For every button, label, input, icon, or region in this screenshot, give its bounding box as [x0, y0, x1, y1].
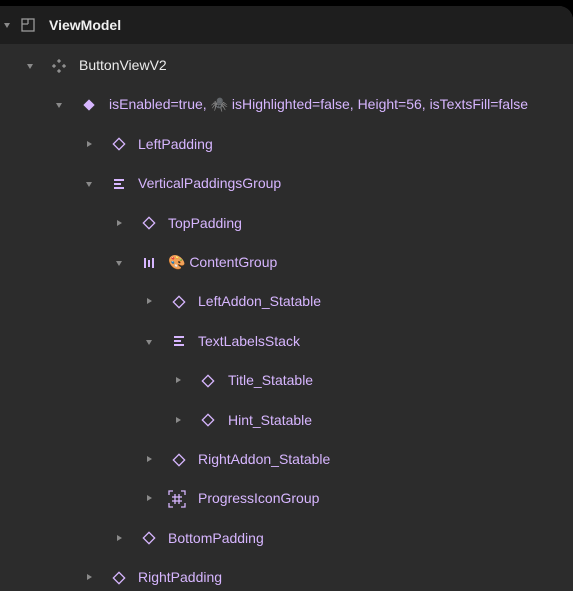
layer-row[interactable]: 🎨 ContentGroup — [0, 243, 573, 282]
layer-row[interactable]: LeftPadding — [0, 125, 573, 164]
vertical-stack-icon — [169, 322, 189, 361]
layer-label: LeftPadding — [138, 135, 213, 152]
layer-label: Title_Statable — [228, 372, 314, 389]
chevron-down-icon[interactable] — [146, 339, 152, 345]
chevron-right-icon[interactable] — [117, 219, 122, 226]
layer-label: LeftAddon_Statable — [198, 293, 321, 310]
layer-row[interactable]: ProgressIconGroup — [0, 479, 573, 518]
layer-label: BottomPadding — [168, 529, 264, 546]
chevron-right-icon[interactable] — [147, 456, 152, 462]
chevron-down-icon[interactable] — [116, 261, 122, 266]
chevron-down-icon[interactable] — [56, 103, 62, 109]
instance-outline-icon — [139, 519, 159, 558]
chevron-right-icon[interactable] — [176, 416, 181, 423]
chevron-down-icon[interactable] — [86, 182, 92, 188]
chevron-right-icon[interactable] — [87, 140, 92, 147]
layer-row[interactable]: LeftAddon_Statable — [0, 282, 573, 321]
layer-label: RightPadding — [138, 569, 223, 586]
layer-label: ProgressIconGroup — [198, 490, 320, 507]
vertical-stack-icon — [109, 164, 129, 203]
instance-filled-icon — [79, 85, 99, 124]
instance-outline-icon — [169, 440, 189, 479]
chevron-right-icon[interactable] — [176, 377, 181, 384]
instance-outline-icon — [198, 361, 218, 400]
instance-outline-icon — [109, 125, 129, 164]
component-icon — [49, 46, 69, 85]
grid-frame-icon — [167, 479, 187, 518]
layer-row[interactable]: TextLabelsStack — [0, 322, 573, 361]
chevron-right-icon[interactable] — [147, 298, 152, 305]
layer-row[interactable]: Title_Statable — [0, 361, 573, 400]
instance-outline-icon — [109, 558, 129, 591]
layer-label: TopPadding — [168, 214, 242, 231]
frame-icon — [18, 6, 38, 44]
chevron-down-icon[interactable] — [4, 23, 10, 28]
layers-panel: ViewModel ButtonViewV2 isEnabled=true, 🕷… — [0, 6, 573, 591]
layer-row[interactable]: VerticalPaddingsGroup — [0, 164, 573, 203]
layer-label: isEnabled=true, 🕷️ isHighlighted=false, … — [109, 96, 528, 113]
layer-row[interactable]: ButtonViewV2 — [0, 46, 573, 85]
instance-outline-icon — [169, 282, 189, 321]
layer-row[interactable]: RightAddon_Statable — [0, 440, 573, 479]
instance-outline-icon — [198, 401, 218, 440]
layer-label: VerticalPaddingsGroup — [138, 175, 282, 192]
layer-label: TextLabelsStack — [198, 332, 300, 349]
instance-outline-icon — [139, 204, 159, 243]
layer-label: ButtonViewV2 — [79, 57, 167, 73]
layer-row[interactable]: Hint_Statable — [0, 401, 573, 440]
chevron-down-icon[interactable] — [27, 64, 33, 69]
layer-label: 🎨 ContentGroup — [168, 254, 278, 270]
layer-row[interactable]: isEnabled=true, 🕷️ isHighlighted=false, … — [0, 85, 573, 124]
chevron-right-icon[interactable] — [87, 574, 92, 581]
horizontal-stack-icon — [139, 243, 159, 282]
layer-row[interactable]: BottomPadding — [0, 519, 573, 558]
chevron-right-icon[interactable] — [147, 495, 152, 502]
layer-label: RightAddon_Statable — [198, 451, 331, 467]
chevron-right-icon[interactable] — [117, 534, 122, 541]
layer-label: Hint_Statable — [228, 411, 313, 428]
layer-row[interactable]: TopPadding — [0, 204, 573, 243]
layer-label-root: ViewModel — [49, 17, 122, 33]
layer-row[interactable]: RightPadding — [0, 558, 573, 591]
layer-row-root[interactable]: ViewModel — [0, 6, 573, 44]
